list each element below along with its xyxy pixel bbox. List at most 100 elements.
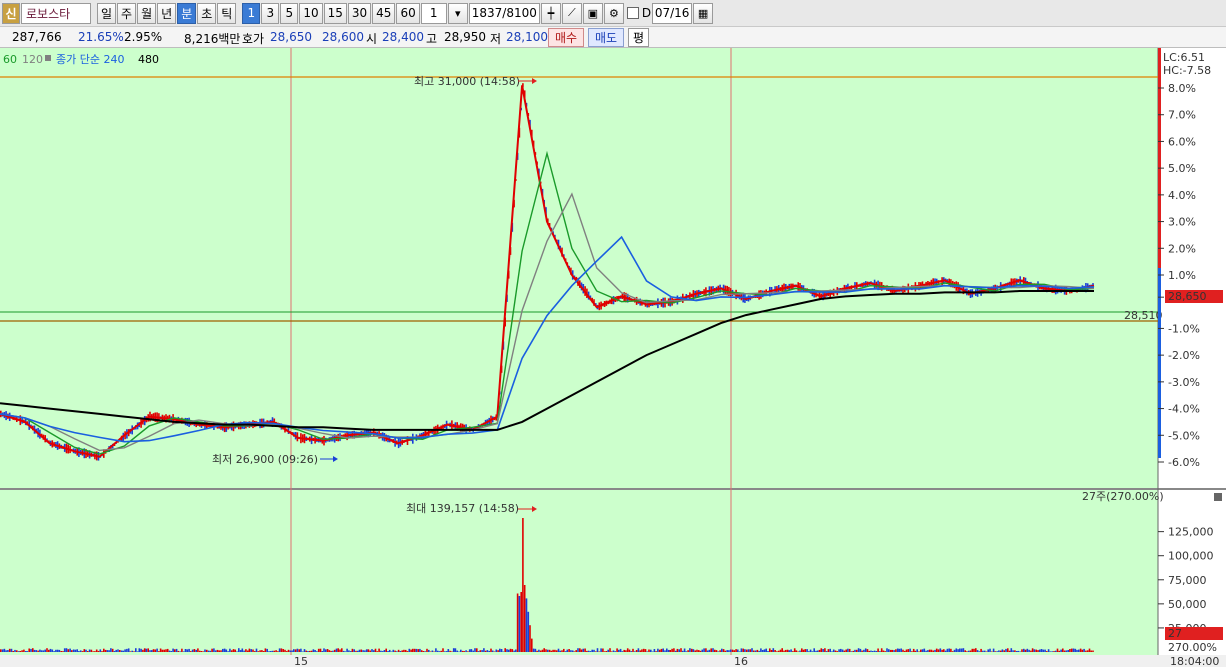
volume-bar bbox=[238, 648, 240, 652]
volume-bar bbox=[413, 648, 416, 652]
interval-10-button[interactable]: 10 bbox=[299, 2, 323, 24]
volume-bar bbox=[852, 650, 855, 652]
volume-bar bbox=[362, 650, 364, 652]
volume-bar bbox=[902, 649, 904, 652]
candle-type-icon[interactable]: ┿ bbox=[540, 2, 561, 24]
volume-bar bbox=[738, 651, 741, 652]
volume-bar bbox=[168, 650, 171, 652]
volume-bar bbox=[1042, 649, 1045, 652]
volume-bar bbox=[317, 648, 320, 652]
volume-bar bbox=[467, 651, 469, 652]
buy-button[interactable]: 매수 bbox=[548, 28, 585, 47]
volume-bar bbox=[820, 648, 823, 652]
volume-bar bbox=[1030, 650, 1032, 652]
volume-bar bbox=[619, 648, 622, 652]
volume-bar bbox=[1070, 648, 1073, 652]
volume-bar bbox=[1028, 649, 1030, 652]
volume-bar bbox=[1026, 648, 1029, 652]
period-year-button[interactable]: 년 bbox=[157, 2, 177, 24]
average-button[interactable]: 평 bbox=[628, 28, 650, 47]
volume-bar bbox=[314, 650, 316, 652]
period-second-button[interactable]: 초 bbox=[197, 2, 217, 24]
volume-bar bbox=[847, 648, 849, 652]
volume-bar bbox=[40, 650, 43, 652]
volume-bar bbox=[404, 649, 407, 652]
volume-bar bbox=[925, 650, 927, 652]
volume-bar bbox=[959, 648, 961, 652]
volume-bar bbox=[960, 648, 963, 652]
interval-60-button[interactable]: 60 bbox=[396, 2, 420, 24]
save-icon[interactable]: ▣ bbox=[582, 2, 603, 24]
volume-bar bbox=[792, 651, 794, 652]
volume-bar bbox=[499, 648, 501, 652]
price-volume-chart[interactable]: 60 120 종가 단순 240 480 28,510 LC:6.51 HC:-… bbox=[0, 48, 1226, 667]
interval-5-button[interactable]: 5 bbox=[280, 2, 299, 24]
interval-30-button[interactable]: 30 bbox=[347, 2, 372, 24]
volume-bar bbox=[241, 648, 244, 652]
volume-bar bbox=[177, 650, 180, 652]
credit-badge[interactable]: 신 bbox=[2, 2, 20, 24]
price-tick-label: -1.0% bbox=[1168, 322, 1200, 335]
period-minute-button[interactable]: 분 bbox=[177, 2, 197, 24]
volume-bar bbox=[573, 651, 576, 652]
low-label: 저 bbox=[490, 32, 502, 46]
price-tick-label: 6.0% bbox=[1168, 135, 1196, 148]
volume-bar bbox=[992, 648, 995, 652]
volume-bar bbox=[97, 650, 100, 652]
volume-bar bbox=[648, 649, 650, 652]
date-field[interactable]: 07/16 bbox=[652, 2, 693, 24]
volume-bar bbox=[735, 649, 737, 652]
volume-bar bbox=[211, 648, 213, 652]
volume-bar bbox=[786, 649, 789, 652]
interval-15-button[interactable]: 15 bbox=[323, 2, 347, 24]
volume-bar bbox=[907, 649, 910, 652]
period-day-button[interactable]: 일 bbox=[97, 2, 117, 24]
volume-panel-menu-icon[interactable] bbox=[1214, 493, 1222, 501]
period-month-button[interactable]: 월 bbox=[137, 2, 157, 24]
volume-bar bbox=[230, 650, 233, 652]
volume-bar bbox=[868, 650, 871, 652]
calendar-icon[interactable]: ▦ bbox=[693, 2, 714, 24]
volume-bar bbox=[376, 651, 379, 652]
volume-bar bbox=[222, 648, 224, 652]
chevron-down-icon[interactable]: ▾ bbox=[447, 2, 468, 24]
date-checkbox[interactable] bbox=[626, 7, 639, 19]
volume-bar bbox=[1058, 650, 1061, 652]
interval-45-button[interactable]: 45 bbox=[372, 2, 396, 24]
volume-bar bbox=[667, 649, 670, 652]
volume-bar bbox=[113, 651, 116, 652]
volume-bar bbox=[280, 648, 283, 652]
volume-bar bbox=[1033, 649, 1036, 652]
volume-bar bbox=[266, 648, 268, 652]
period-tick-button[interactable]: 틱 bbox=[217, 2, 237, 24]
volume-bar bbox=[506, 649, 508, 652]
line-tool-icon[interactable]: ⟋ bbox=[561, 2, 582, 24]
volume-bar bbox=[914, 650, 917, 652]
volume-bar bbox=[44, 649, 46, 652]
volume-bar bbox=[873, 650, 876, 652]
volume-bar bbox=[689, 648, 691, 652]
bar-count-field[interactable]: 1837/8100 bbox=[468, 2, 540, 24]
legend-ma240: 종가 단순 240 bbox=[56, 53, 124, 66]
volume-bar bbox=[1081, 649, 1084, 652]
volume-bar bbox=[971, 648, 974, 652]
volume-bar bbox=[600, 648, 602, 652]
volume-bar bbox=[156, 648, 158, 652]
interval-3-button[interactable]: 3 bbox=[261, 2, 280, 24]
interval-1-button[interactable]: 1 bbox=[242, 2, 261, 24]
stock-name-field[interactable]: 로보스타 bbox=[21, 2, 91, 24]
volume-bar bbox=[271, 650, 274, 652]
volume-bar bbox=[159, 648, 162, 652]
gear-icon[interactable]: ⚙ bbox=[603, 2, 624, 24]
volume-bar bbox=[703, 648, 705, 652]
volume-bar bbox=[1051, 651, 1053, 652]
volume-bar bbox=[305, 650, 308, 652]
volume-bar bbox=[552, 649, 554, 652]
volume-bar bbox=[30, 648, 32, 652]
volume-bar bbox=[10, 648, 13, 652]
interval-input[interactable]: 1 bbox=[420, 2, 447, 24]
volume-bar bbox=[278, 648, 281, 652]
sell-button[interactable]: 매도 bbox=[588, 28, 625, 47]
period-week-button[interactable]: 주 bbox=[117, 2, 137, 24]
volume-bar bbox=[1024, 649, 1027, 652]
